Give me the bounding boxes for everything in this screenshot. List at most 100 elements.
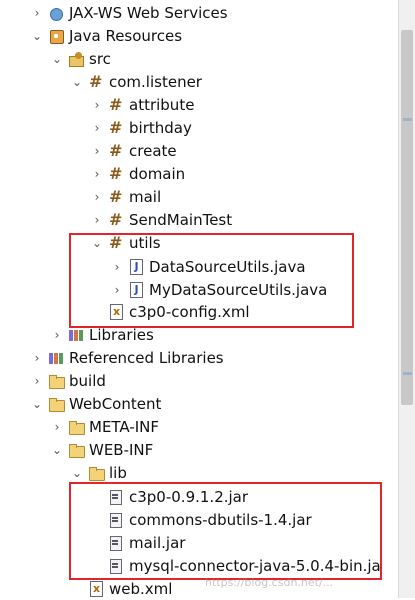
tree-item-label: src bbox=[89, 50, 111, 68]
package-icon bbox=[108, 94, 124, 116]
tree-item-referenced-libraries[interactable]: › Referenced Libraries bbox=[0, 347, 398, 369]
folder-open-icon bbox=[68, 442, 85, 458]
xml-file-icon bbox=[88, 581, 104, 597]
tree-item-label: MyDataSourceUtils.java bbox=[149, 281, 328, 299]
chevron-right-icon[interactable]: › bbox=[90, 209, 104, 231]
tree-item-mydatasourceutils-java[interactable]: › MyDataSourceUtils.java bbox=[0, 279, 398, 301]
tree-item-web-xml[interactable]: web.xml bbox=[0, 578, 398, 600]
tree-item-label: Referenced Libraries bbox=[69, 349, 224, 367]
tree-item-c3p0-config-xml[interactable]: c3p0-config.xml bbox=[0, 301, 398, 323]
tree-item-datasourceutils-java[interactable]: › DataSourceUtils.java bbox=[0, 256, 398, 278]
tree-item-label: Java Resources bbox=[69, 27, 183, 45]
jar-file-icon bbox=[108, 558, 124, 574]
tree-item-mail[interactable]: › mail bbox=[0, 186, 398, 208]
tree-item-jax-ws[interactable]: › JAX-WS Web Services bbox=[0, 2, 398, 24]
folder-icon bbox=[68, 419, 85, 435]
scrollbar-thumb[interactable] bbox=[401, 30, 413, 405]
tree-item-java-resources[interactable]: ⌄ Java Resources bbox=[0, 25, 398, 47]
tree-item-c3p0-jar[interactable]: c3p0-0.9.1.2.jar bbox=[0, 486, 398, 508]
package-icon bbox=[108, 186, 124, 208]
package-icon bbox=[108, 209, 124, 231]
chevron-down-icon[interactable]: ⌄ bbox=[70, 71, 84, 93]
chevron-right-icon[interactable]: › bbox=[90, 140, 104, 162]
java-resources-icon bbox=[48, 28, 64, 44]
tree-item-create[interactable]: › create bbox=[0, 140, 398, 162]
folder-open-icon bbox=[48, 396, 65, 412]
tree-item-com-listener[interactable]: ⌄ com.listener bbox=[0, 71, 398, 93]
java-file-icon bbox=[128, 282, 144, 298]
tree-item-label: JAX-WS Web Services bbox=[69, 4, 228, 22]
chevron-right-icon[interactable]: › bbox=[50, 324, 64, 346]
package-icon bbox=[108, 117, 124, 139]
vertical-scrollbar[interactable] bbox=[398, 0, 415, 598]
chevron-right-icon[interactable]: › bbox=[50, 416, 64, 438]
folder-icon bbox=[48, 373, 65, 389]
tree-item-domain[interactable]: › domain bbox=[0, 163, 398, 185]
chevron-right-icon[interactable]: › bbox=[110, 256, 124, 278]
chevron-down-icon[interactable]: ⌄ bbox=[50, 439, 64, 461]
chevron-down-icon[interactable]: ⌄ bbox=[50, 48, 64, 70]
tree-item-sendmaintest[interactable]: › SendMainTest bbox=[0, 209, 398, 231]
tree-item-webcontent[interactable]: ⌄ WebContent bbox=[0, 393, 398, 415]
chevron-down-icon[interactable]: ⌄ bbox=[90, 232, 104, 254]
chevron-right-icon[interactable]: › bbox=[90, 94, 104, 116]
tree-item-label: mail bbox=[129, 188, 162, 206]
tree-item-label: commons-dbutils-1.4.jar bbox=[129, 511, 312, 529]
tree-item-label: com.listener bbox=[109, 73, 202, 91]
source-folder-icon bbox=[68, 51, 84, 67]
package-icon bbox=[108, 140, 124, 162]
project-explorer-tree: › JAX-WS Web Services ⌄ Java Resources ⌄… bbox=[0, 0, 398, 598]
jar-file-icon bbox=[108, 489, 124, 505]
chevron-right-icon[interactable]: › bbox=[90, 186, 104, 208]
overview-ruler-mark bbox=[403, 372, 412, 375]
tree-item-label: WebContent bbox=[69, 395, 162, 413]
package-icon bbox=[108, 232, 124, 254]
tree-item-mysql-connector-jar[interactable]: mysql-connector-java-5.0.4-bin.ja bbox=[0, 555, 398, 577]
xml-file-icon bbox=[108, 304, 124, 320]
tree-item-attribute[interactable]: › attribute bbox=[0, 94, 398, 116]
tree-item-label: web.xml bbox=[109, 580, 173, 598]
chevron-down-icon[interactable]: ⌄ bbox=[70, 462, 84, 484]
tree-item-utils[interactable]: ⌄ utils bbox=[0, 232, 398, 254]
tree-item-birthday[interactable]: › birthday bbox=[0, 117, 398, 139]
chevron-right-icon[interactable]: › bbox=[90, 117, 104, 139]
package-icon bbox=[108, 163, 124, 185]
chevron-right-icon[interactable]: › bbox=[30, 347, 44, 369]
tree-item-mail-jar[interactable]: mail.jar bbox=[0, 532, 398, 554]
jar-file-icon bbox=[108, 535, 124, 551]
tree-item-label: META-INF bbox=[89, 418, 160, 436]
chevron-down-icon[interactable]: ⌄ bbox=[30, 25, 44, 47]
tree-item-build[interactable]: › build bbox=[0, 370, 398, 392]
tree-item-label: utils bbox=[129, 234, 161, 252]
tree-item-meta-inf[interactable]: › META-INF bbox=[0, 416, 398, 438]
watermark: https://blog.csdn.net/... bbox=[205, 576, 334, 589]
tree-item-label: lib bbox=[109, 464, 127, 482]
tree-item-label: WEB-INF bbox=[89, 441, 154, 459]
folder-open-icon bbox=[88, 465, 105, 481]
libraries-icon bbox=[48, 350, 64, 366]
tree-item-src[interactable]: ⌄ src bbox=[0, 48, 398, 70]
chevron-right-icon[interactable]: › bbox=[30, 2, 44, 24]
chevron-right-icon[interactable]: › bbox=[90, 163, 104, 185]
tree-item-label: mysql-connector-java-5.0.4-bin.ja bbox=[129, 557, 381, 575]
package-icon bbox=[88, 71, 104, 93]
tree-item-lib[interactable]: ⌄ lib bbox=[0, 462, 398, 484]
overview-ruler-mark bbox=[403, 118, 412, 121]
tree-item-libraries[interactable]: › Libraries bbox=[0, 324, 398, 346]
tree-item-label: c3p0-0.9.1.2.jar bbox=[129, 488, 249, 506]
tree-item-commons-dbutils-jar[interactable]: commons-dbutils-1.4.jar bbox=[0, 509, 398, 531]
chevron-right-icon[interactable]: › bbox=[110, 279, 124, 301]
chevron-right-icon[interactable]: › bbox=[30, 370, 44, 392]
tree-item-web-inf[interactable]: ⌄ WEB-INF bbox=[0, 439, 398, 461]
jar-file-icon bbox=[108, 512, 124, 528]
tree-item-label: DataSourceUtils.java bbox=[149, 258, 306, 276]
tree-item-label: attribute bbox=[129, 96, 195, 114]
chevron-down-icon[interactable]: ⌄ bbox=[30, 393, 44, 415]
tree-item-label: domain bbox=[129, 165, 186, 183]
libraries-icon bbox=[68, 327, 84, 343]
web-services-icon bbox=[48, 5, 64, 21]
tree-item-label: create bbox=[129, 142, 177, 160]
tree-item-label: build bbox=[69, 372, 106, 390]
tree-item-label: Libraries bbox=[89, 326, 154, 344]
java-file-icon bbox=[128, 259, 144, 275]
